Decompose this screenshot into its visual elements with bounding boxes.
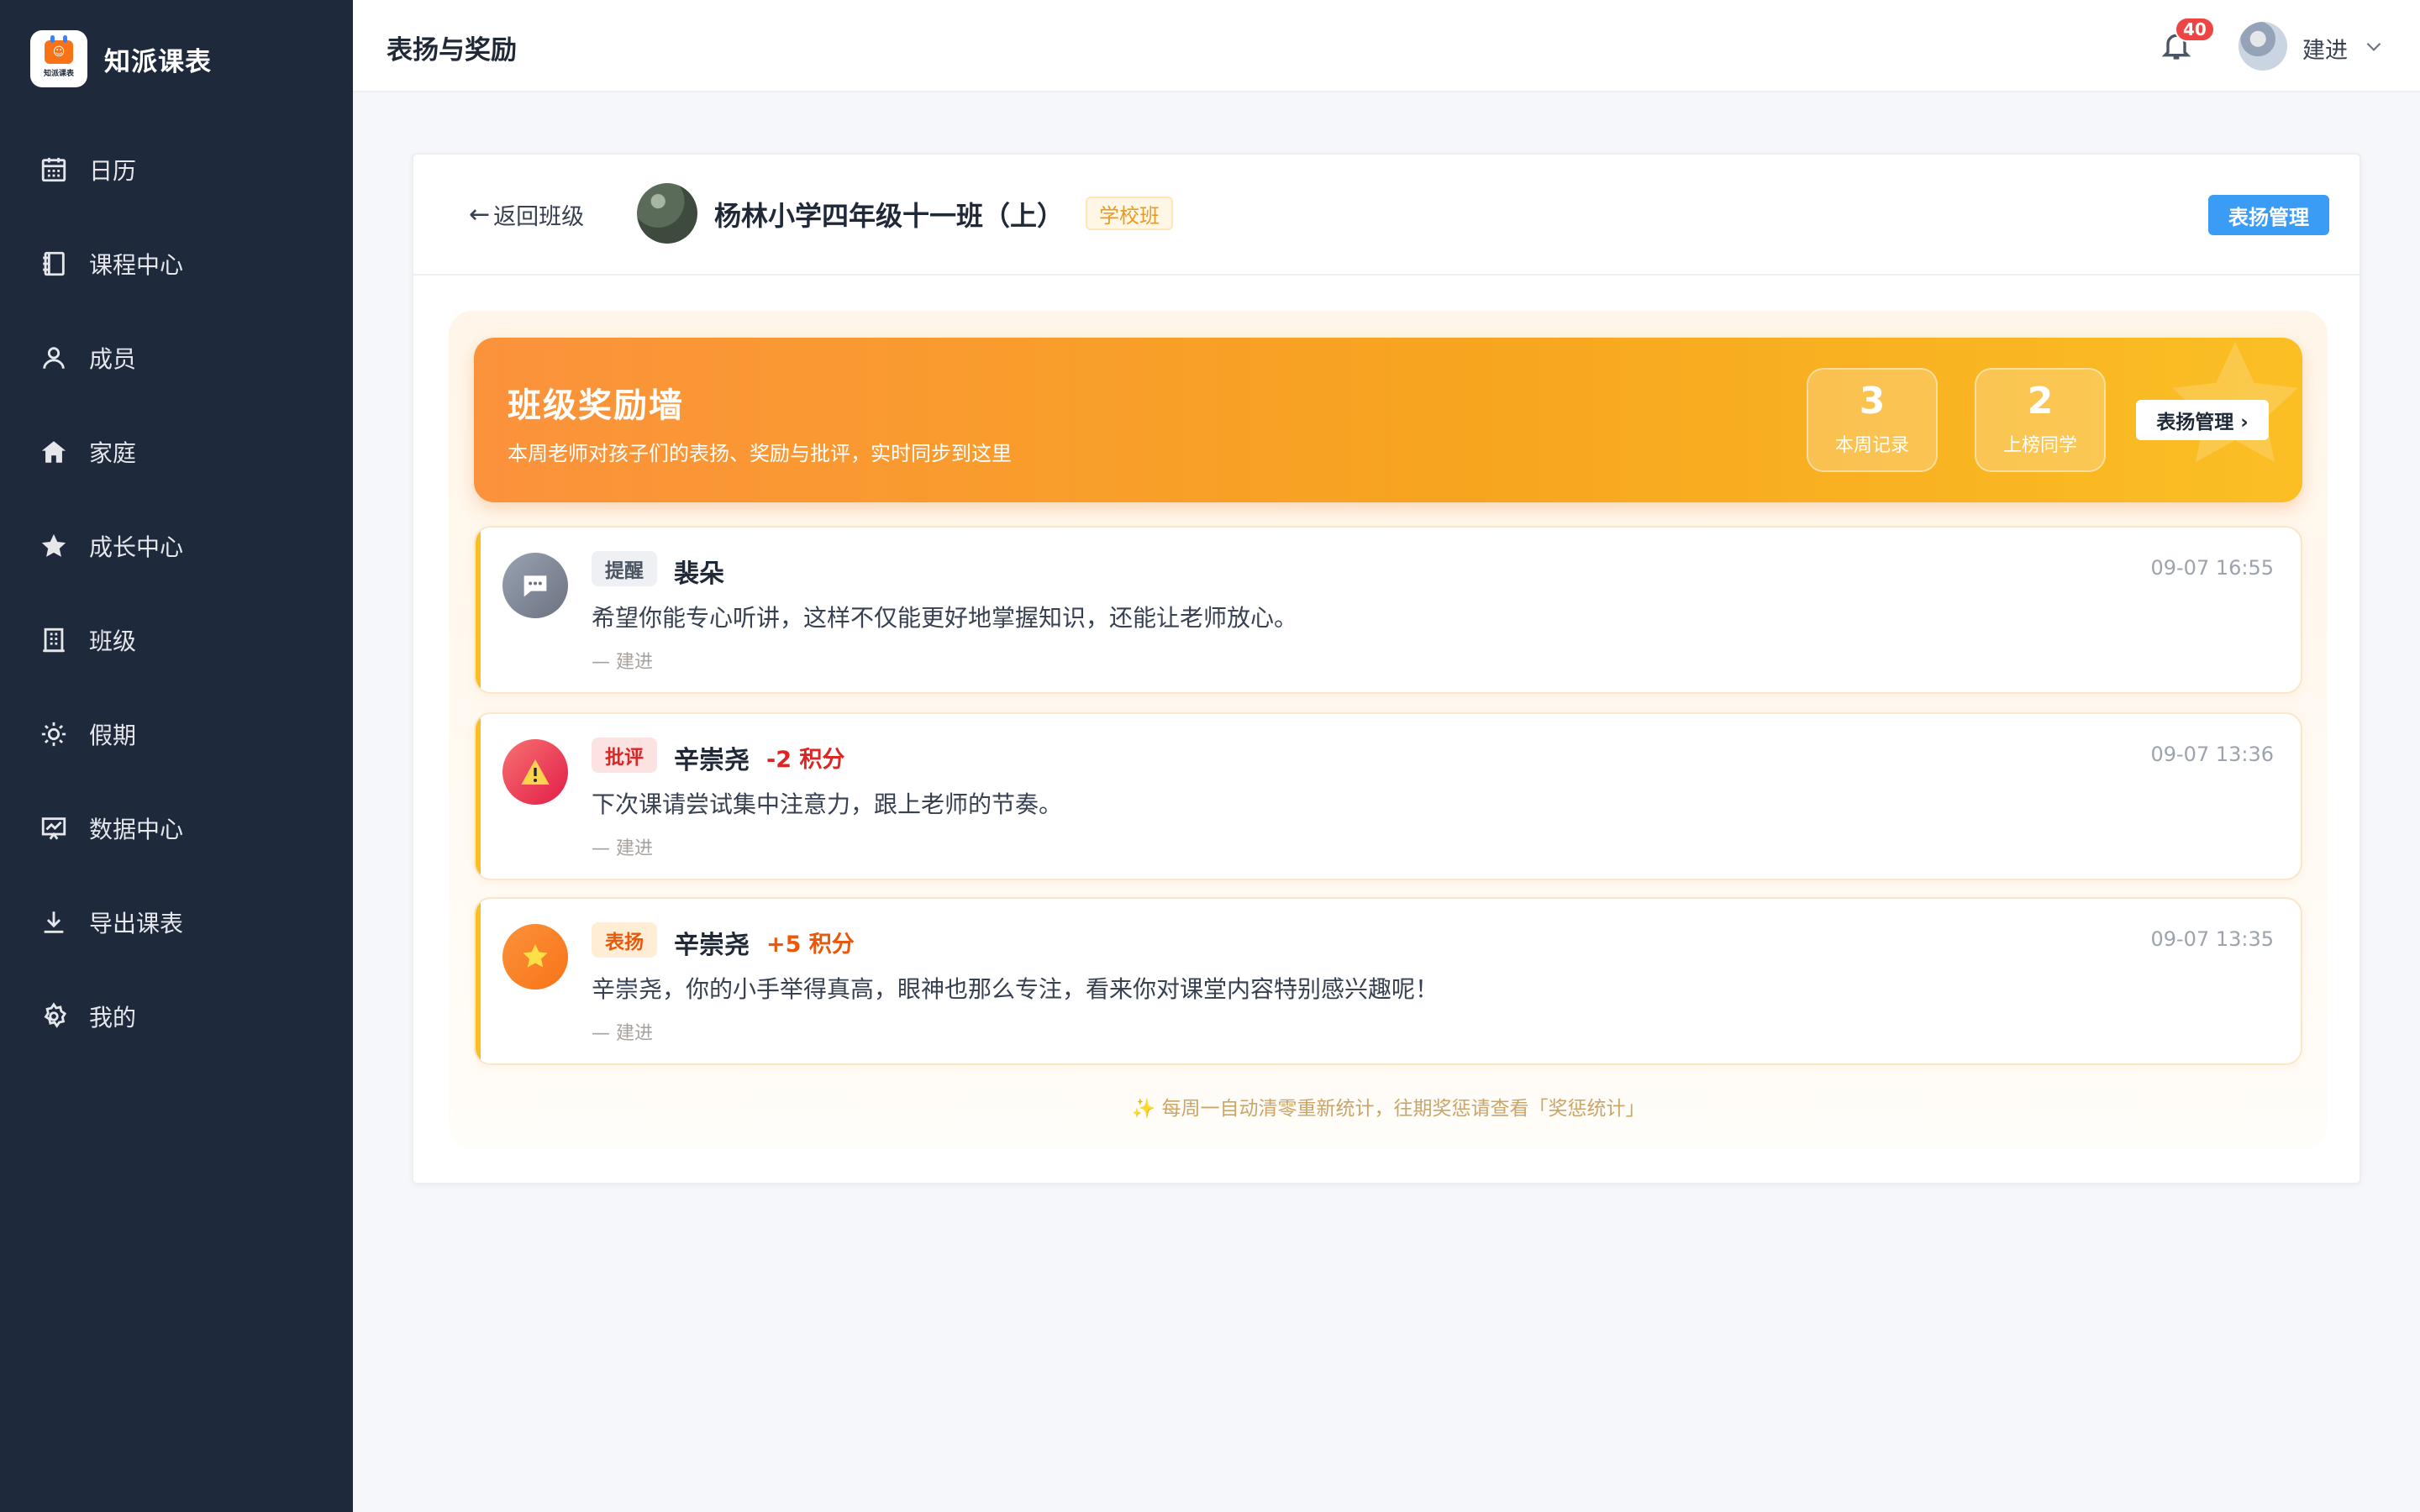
calendar-icon: [39, 155, 69, 185]
notification-badge: 40: [2175, 17, 2215, 42]
list-item[interactable]: 提醒 裴朵 09-07 16:55 希望你能专心听讲，这样不仅能更好地掌握知识，…: [474, 526, 2302, 694]
student-name: 裴朵: [674, 559, 724, 589]
sidebar-item-label: 导出课表: [89, 910, 184, 937]
sidebar-item-data-center[interactable]: 数据中心: [0, 781, 353, 875]
warning-icon: [502, 739, 568, 805]
sun-icon: [39, 719, 69, 749]
sidebar-item-growth-center[interactable]: 成长中心: [0, 499, 353, 593]
stat-label: 本周记录: [1834, 435, 1909, 456]
record-type-badge: 表扬: [592, 922, 657, 958]
chat-bubble-icon: [502, 553, 568, 618]
sidebar-item-class[interactable]: 班级: [0, 593, 353, 687]
record-text: 下次课请尝试集中注意力，跟上老师的节奏。: [592, 790, 1063, 818]
stat-weekly-records: 3 本周记录: [1807, 368, 1938, 472]
calendar-face-icon: ☺: [45, 34, 73, 64]
stat-listed-students: 2 上榜同学: [1975, 368, 2106, 472]
app-logo-text: 知派课表: [43, 69, 74, 78]
class-header: ← 返回班级 杨林小学四年级十一班（上） 学校班 表扬管理: [413, 155, 2360, 276]
sidebar-item-label: 班级: [89, 627, 137, 655]
sidebar-item-label: 成长中心: [89, 533, 184, 561]
points-change: -2 积分: [766, 747, 845, 773]
stat-label: 上榜同学: [2002, 435, 2077, 456]
sidebar-item-label: 课程中心: [89, 251, 184, 279]
user-name[interactable]: 建进: [2302, 32, 2348, 65]
app-logo-icon: ☺ 知派课表: [30, 30, 87, 87]
record-time: 09-07 13:35: [2150, 927, 2274, 951]
stat-value: 2: [2027, 380, 2054, 423]
arrow-left-icon: ←: [469, 200, 491, 229]
list-item[interactable]: 批评 辛崇尧 -2 积分 09-07 13:36 下次课请尝试集中注意力，跟上老…: [474, 712, 2302, 880]
class-type-badge: 学校班: [1086, 197, 1173, 230]
glowing-star-icon: [502, 924, 568, 990]
class-name: 杨林小学四年级十一班（上）: [714, 200, 1065, 232]
user-icon: [39, 343, 69, 373]
sidebar-item-label: 家庭: [89, 439, 137, 467]
sidebar-item-label: 成员: [89, 345, 137, 373]
points-change: +5 积分: [766, 932, 855, 958]
chevron-down-icon[interactable]: [2363, 35, 2385, 57]
record-type-badge: 提醒: [592, 551, 657, 586]
notebook-icon: [39, 249, 69, 279]
star-icon: [39, 531, 69, 561]
sidebar-item-calendar[interactable]: 日历: [0, 123, 353, 217]
record-author: — 建进: [592, 1023, 653, 1044]
reward-wall-banner: 班级奖励墙 本周老师对孩子们的表扬、奖励与批评，实时同步到这里 3 本周记录 2…: [474, 338, 2302, 502]
sidebar-item-holiday[interactable]: 假期: [0, 687, 353, 781]
record-type-badge: 批评: [592, 738, 657, 773]
sidebar-item-course-center[interactable]: 课程中心: [0, 217, 353, 311]
banner-praise-management-button[interactable]: 表扬管理 ›: [2136, 400, 2269, 440]
sidebar-item-label: 数据中心: [89, 816, 184, 843]
sidebar-item-export-schedule[interactable]: 导出课表: [0, 875, 353, 969]
weekly-reset-note: ✨ 每周一自动清零重新统计，往期奖惩请查看「奖惩统计」: [1131, 1098, 1645, 1120]
sidebar-item-members[interactable]: 成员: [0, 311, 353, 405]
list-item[interactable]: 表扬 辛崇尧 +5 积分 09-07 13:35 辛崇尧，你的小手举得真高，眼神…: [474, 897, 2302, 1065]
sidebar-item-label: 日历: [89, 157, 137, 185]
building-icon: [39, 625, 69, 655]
topbar: 表扬与奖励 40 建进: [353, 0, 2420, 92]
record-text: 希望你能专心听讲，这样不仅能更好地掌握知识，还能让老师放心。: [592, 604, 1298, 632]
sidebar: ☺ 知派课表 知派课表 日历 课程中心 成员 家庭 成长中心 班级 假期 数据中…: [0, 0, 353, 1512]
reward-wall: 班级奖励墙 本周老师对孩子们的表扬、奖励与批评，实时同步到这里 3 本周记录 2…: [449, 311, 2328, 1149]
home-icon: [39, 437, 69, 467]
sidebar-item-label: 我的: [89, 1004, 137, 1032]
back-label: 返回班级: [493, 204, 585, 230]
sidebar-item-mine[interactable]: 我的: [0, 969, 353, 1063]
record-time: 09-07 16:55: [2150, 556, 2274, 580]
brand[interactable]: ☺ 知派课表 知派课表: [30, 30, 212, 87]
sidebar-item-family[interactable]: 家庭: [0, 405, 353, 499]
gear-icon: [39, 1001, 69, 1032]
sidebar-item-label: 假期: [89, 722, 137, 749]
praise-management-button[interactable]: 表扬管理: [2208, 195, 2329, 235]
download-icon: [39, 907, 69, 937]
page-title: 表扬与奖励: [387, 35, 517, 66]
banner-title: 班级奖励墙: [508, 386, 684, 425]
back-to-class-link[interactable]: ← 返回班级: [469, 198, 584, 231]
record-author: — 建进: [592, 838, 653, 859]
student-name: 辛崇尧: [674, 931, 750, 960]
record-text: 辛崇尧，你的小手举得真高，眼神也那么专注，看来你对课堂内容特别感兴趣呢！: [592, 975, 1439, 1003]
chart-board-icon: [39, 813, 69, 843]
student-name: 辛崇尧: [674, 746, 750, 775]
app-name: 知派课表: [104, 46, 212, 77]
banner-subtitle: 本周老师对孩子们的表扬、奖励与批评，实时同步到这里: [508, 442, 1012, 465]
stat-value: 3: [1859, 380, 1886, 423]
rewards-card: ← 返回班级 杨林小学四年级十一班（上） 学校班 表扬管理 班级奖励墙 本周老师…: [412, 153, 2361, 1184]
record-author: — 建进: [592, 652, 653, 673]
record-time: 09-07 13:36: [2150, 743, 2274, 766]
class-avatar: [637, 183, 697, 244]
avatar[interactable]: [2238, 22, 2287, 71]
sidebar-nav: 日历 课程中心 成员 家庭 成长中心 班级 假期 数据中心 导出课表 我的: [0, 123, 353, 1063]
